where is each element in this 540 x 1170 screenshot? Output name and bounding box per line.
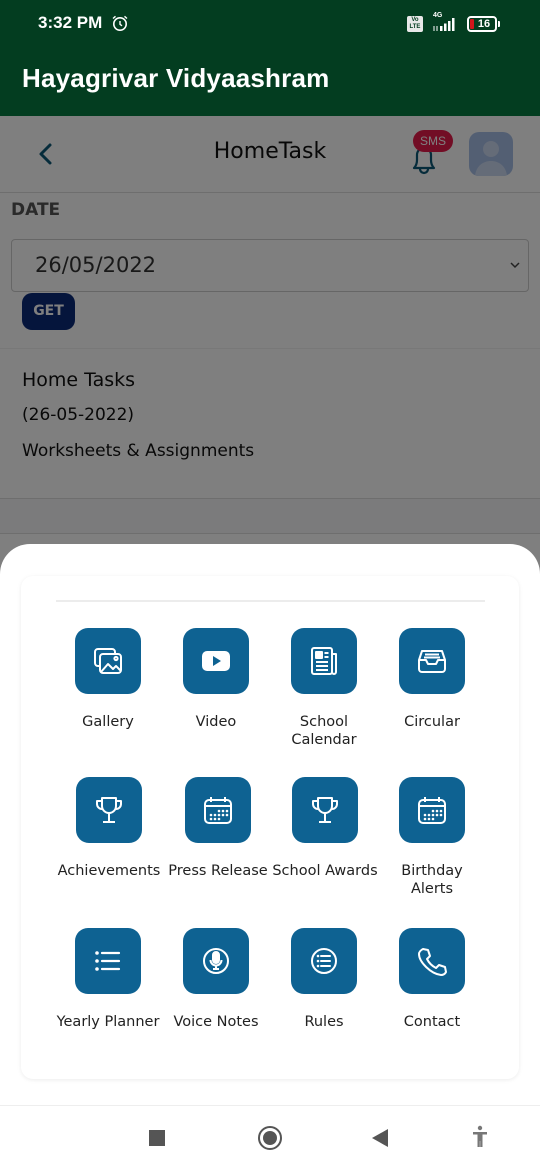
home-icon[interactable] — [258, 1126, 282, 1150]
calendar-icon — [204, 797, 232, 824]
list-icon — [95, 951, 121, 971]
alarm-icon — [112, 15, 128, 31]
menu-item-label: Birthday Alerts — [401, 863, 463, 897]
list-circle-icon — [311, 948, 337, 974]
battery-indicator: 16 — [467, 16, 500, 32]
volte-icon: Vo LTE — [407, 16, 423, 32]
menu-item-label: School Awards — [272, 863, 378, 879]
menu-item-label: Video — [195, 714, 237, 730]
menu-item-rules[interactable]: Rules — [269, 928, 379, 1031]
app-bar: Hayagrivar Vidyaashram — [0, 48, 540, 116]
menu-item-label: School Calendar — [291, 714, 357, 748]
menu-item-label: Voice Notes — [173, 1014, 259, 1030]
back-icon[interactable] — [372, 1129, 388, 1147]
menu-item-voice-notes[interactable]: Voice Notes — [161, 928, 271, 1031]
menu-item-label: Rules — [304, 1014, 344, 1030]
trophy-icon — [312, 797, 338, 823]
menu-bottom-sheet: Gallery Video School Calendar Circular A… — [0, 544, 540, 1170]
phone-icon — [418, 948, 447, 976]
menu-item-yearly-planner[interactable]: Yearly Planner — [53, 928, 163, 1031]
menu-item-label: Gallery — [82, 714, 134, 730]
trophy-icon — [96, 797, 122, 823]
app-title: Hayagrivar Vidyaashram — [22, 63, 330, 93]
menu-item-label: Achievements — [57, 863, 161, 879]
accessibility-icon[interactable] — [470, 1125, 490, 1149]
menu-item-contact[interactable]: Contact — [377, 928, 487, 1031]
menu-item-school-calendar[interactable]: School Calendar — [269, 628, 379, 749]
signal-icon — [433, 18, 455, 31]
system-nav-bar — [0, 1105, 540, 1170]
sheet-divider — [56, 600, 485, 602]
menu-item-label: Circular — [404, 714, 460, 730]
microphone-icon — [203, 948, 229, 974]
menu-item-achievements[interactable]: Achievements — [54, 777, 164, 880]
video-icon — [202, 651, 230, 671]
gallery-icon — [94, 648, 122, 674]
menu-item-label: Press Release — [168, 863, 268, 879]
menu-item-gallery[interactable]: Gallery — [53, 628, 163, 731]
inbox-icon — [418, 650, 446, 673]
menu-item-label: Contact — [403, 1014, 461, 1030]
newspaper-icon — [311, 647, 337, 675]
status-time: 3:32 PM — [38, 13, 103, 32]
status-bar: 3:32 PM Vo LTE 4G 16 — [0, 0, 540, 48]
calendar-icon — [418, 797, 446, 824]
menu-item-birthday-alerts[interactable]: Birthday Alerts — [377, 777, 487, 898]
menu-card: Gallery Video School Calendar Circular A… — [21, 576, 519, 1079]
menu-item-press-release[interactable]: Press Release — [163, 777, 273, 880]
menu-item-video[interactable]: Video — [161, 628, 271, 731]
recents-icon[interactable] — [149, 1130, 165, 1146]
menu-item-label: Yearly Planner — [56, 1014, 160, 1030]
menu-item-circular[interactable]: Circular — [377, 628, 487, 731]
menu-item-school-awards[interactable]: School Awards — [270, 777, 380, 880]
